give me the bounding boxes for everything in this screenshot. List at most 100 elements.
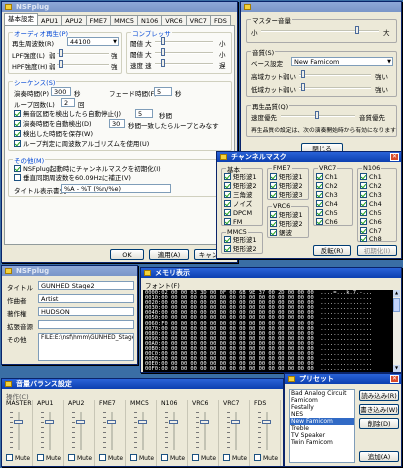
mask-n106-6[interactable]: Ch6: [360, 218, 382, 226]
mask-vrc7-5-checkbox[interactable]: [316, 209, 323, 216]
auto-detect-checkbox[interactable]: [14, 120, 21, 127]
balance-slider[interactable]: [142, 412, 144, 450]
mute-checkbox[interactable]: [99, 454, 106, 461]
mask-n106-6-checkbox[interactable]: [360, 218, 367, 225]
mask-basic-2[interactable]: 矩形波2: [224, 182, 257, 190]
comp-thumb-2[interactable]: [161, 48, 165, 56]
mask-n106-1-checkbox[interactable]: [360, 173, 367, 180]
mask-vrc7-3[interactable]: Ch3: [316, 191, 338, 199]
volume-slider[interactable]: [261, 30, 379, 32]
silence-checkbox[interactable]: [14, 110, 21, 117]
scroll-down-icon[interactable]: ▼: [393, 365, 400, 372]
auto-detect-check[interactable]: 演奏時間を自動検出(D): [14, 120, 92, 128]
mask-fme7-1[interactable]: 矩形波1: [270, 173, 303, 181]
silence-check[interactable]: 無音区間を検出したら自動停止(J): [14, 110, 121, 118]
mask-titlebar[interactable]: チャンネルマスク ✕: [217, 152, 401, 162]
mask-basic-4-checkbox[interactable]: [224, 200, 231, 207]
ok-button[interactable]: OK: [110, 249, 144, 260]
preset-item[interactable]: Treble: [290, 425, 354, 432]
preset-item[interactable]: New Famicom: [290, 418, 354, 425]
balance-thumb[interactable]: [107, 420, 116, 424]
mask-n106-7[interactable]: Ch7: [360, 227, 382, 235]
mute-checkbox[interactable]: [192, 454, 199, 461]
memory-scrollbar[interactable]: ▲ ▼: [393, 290, 400, 372]
mask-basic-6-checkbox[interactable]: [224, 218, 231, 225]
balance-slider[interactable]: [204, 412, 206, 450]
mask-vrc6-3-checkbox[interactable]: [270, 229, 277, 236]
mask-mmc5-2[interactable]: 矩形波2: [224, 245, 257, 253]
balance-slider[interactable]: [235, 412, 237, 450]
mute-checkbox[interactable]: [161, 454, 168, 461]
mute-checkbox[interactable]: [254, 454, 261, 461]
priority-thumb[interactable]: [315, 111, 319, 119]
balance-thumb[interactable]: [169, 420, 178, 424]
scroll-thumb[interactable]: [393, 298, 400, 312]
mask-vrc7-6-checkbox[interactable]: [316, 218, 323, 225]
mask-fme7-1-checkbox[interactable]: [270, 173, 277, 180]
mask-vrc6-3[interactable]: 鋸波: [270, 229, 292, 237]
other2-check[interactable]: 垂直同期周波数を60.09Hzに補正(V): [14, 174, 131, 182]
other2-checkbox[interactable]: [14, 174, 21, 181]
mask-vrc7-2-checkbox[interactable]: [316, 182, 323, 189]
mask-n106-1[interactable]: Ch1: [360, 173, 382, 181]
memory-titlebar[interactable]: メモリ表示: [141, 268, 401, 278]
preset-delete-button[interactable]: 削除(D): [359, 418, 399, 429]
comp-thumb-3[interactable]: [161, 59, 165, 67]
balance-thumb[interactable]: [45, 420, 54, 424]
mute-check[interactable]: Mute: [130, 454, 154, 463]
mask-fme7-3-checkbox[interactable]: [270, 191, 277, 198]
mask-basic-1[interactable]: 矩形波1: [224, 173, 257, 181]
loop-detect-checkbox[interactable]: [14, 130, 21, 137]
comp-thumb-1[interactable]: [161, 37, 165, 45]
mask-vrc6-1[interactable]: 矩形波1: [270, 211, 303, 219]
preset-save-button[interactable]: 書き込み(W): [359, 404, 399, 415]
balance-thumb[interactable]: [262, 420, 271, 424]
info-titlebar[interactable]: NSFplug: [2, 266, 137, 276]
mask-vrc7-5[interactable]: Ch5: [316, 209, 338, 217]
mask-n106-3-checkbox[interactable]: [360, 191, 367, 198]
balance-slider[interactable]: [80, 412, 82, 450]
lowcut-slider[interactable]: [299, 87, 371, 89]
mask-vrc7-4-checkbox[interactable]: [316, 200, 323, 207]
balance-slider[interactable]: [266, 412, 268, 450]
mask-mmc5-1-checkbox[interactable]: [224, 236, 231, 243]
hpf-slider[interactable]: [57, 64, 109, 66]
settings-titlebar[interactable]: NSFplug: [2, 2, 237, 12]
mask-basic-5[interactable]: DPCM: [224, 209, 252, 217]
mask-n106-3[interactable]: Ch3: [360, 191, 382, 199]
mask-basic-2-checkbox[interactable]: [224, 182, 231, 189]
balance-thumb[interactable]: [200, 420, 209, 424]
silence-input[interactable]: 5: [135, 109, 153, 118]
mute-checkbox[interactable]: [130, 454, 137, 461]
mask-n106-2[interactable]: Ch2: [360, 182, 382, 190]
preset-list[interactable]: Bad Analog Circuit Famicom Festally NES New …: [289, 389, 355, 463]
mask-vrc7-1-checkbox[interactable]: [316, 173, 323, 180]
balance-thumb[interactable]: [138, 420, 147, 424]
mute-check[interactable]: Mute: [37, 454, 61, 463]
mute-check[interactable]: Mute: [161, 454, 185, 463]
loop-detect-check[interactable]: 検出した時間を保存(W): [14, 130, 93, 138]
balance-slider[interactable]: [49, 412, 51, 450]
sample-rate-select[interactable]: 44100 ▼: [67, 37, 119, 46]
mute-check[interactable]: Mute: [223, 454, 247, 463]
mask-basic-4[interactable]: ノイズ: [224, 200, 252, 208]
balance-slider[interactable]: [18, 412, 20, 450]
base-setting-select[interactable]: New Famicom ▼: [291, 57, 393, 66]
hicut-slider[interactable]: [299, 74, 371, 76]
lpf-thumb[interactable]: [59, 49, 63, 57]
close-icon[interactable]: ✕: [390, 375, 399, 383]
hicut-thumb[interactable]: [301, 70, 305, 78]
info-value-artist[interactable]: Artist: [38, 294, 134, 303]
mute-check[interactable]: Mute: [99, 454, 123, 463]
mask-basic-1-checkbox[interactable]: [224, 173, 231, 180]
mask-fme7-2[interactable]: 矩形波2: [270, 182, 303, 190]
mask-n106-8[interactable]: Ch8: [360, 235, 382, 243]
info-value-other[interactable]: FILE:E:\nsf\hmm\GUNHED_Stage2WGH: [38, 333, 134, 361]
mask-fme7-3[interactable]: 矩形波3: [270, 191, 303, 199]
master-titlebar[interactable]: [241, 2, 401, 12]
mask-vrc7-2[interactable]: Ch2: [316, 182, 338, 190]
mask-vrc7-4[interactable]: Ch4: [316, 200, 338, 208]
auto-detect-input[interactable]: 30: [109, 119, 125, 128]
mask-n106-2-checkbox[interactable]: [360, 182, 367, 189]
mask-n106-7-checkbox[interactable]: [360, 227, 367, 234]
